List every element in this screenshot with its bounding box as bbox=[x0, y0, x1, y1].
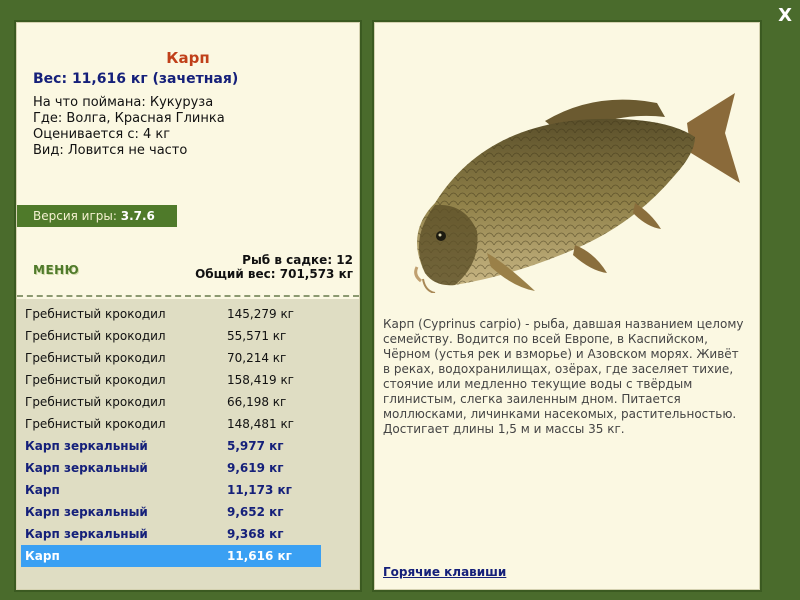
catch-list-item[interactable]: Гребнистый крокодил 55,571 кг bbox=[21, 325, 321, 347]
catch-item-weight: 11,173 кг bbox=[227, 483, 292, 497]
fish-description: Карп (Cyprinus carpio) - рыба, давшая на… bbox=[383, 317, 744, 436]
keepnet-stats: Рыб в садке: 12 Общий вес: 701,573 кг bbox=[195, 253, 353, 281]
catch-list-item[interactable]: Карп зеркальный 5,977 кг bbox=[21, 435, 321, 457]
catch-item-name: Карп зеркальный bbox=[25, 505, 148, 519]
keepnet-total-weight: Общий вес: 701,573 кг bbox=[195, 267, 353, 281]
close-button[interactable]: X bbox=[778, 4, 792, 28]
catch-list-item[interactable]: Карп 11,616 кг bbox=[21, 545, 321, 567]
catch-list-item[interactable]: Карп зеркальный 9,368 кг bbox=[21, 523, 321, 545]
fish-rarity: Вид: Ловится не часто bbox=[33, 143, 188, 158]
version-value: 3.7.6 bbox=[120, 209, 155, 223]
fish-weight: Вес: 11,616 кг (зачетная) bbox=[33, 71, 239, 87]
catch-item-name: Карп зеркальный bbox=[25, 439, 148, 453]
catch-list-item[interactable]: Гребнистый крокодил 70,214 кг bbox=[21, 347, 321, 369]
fish-valued-from: Оценивается с: 4 кг bbox=[33, 127, 171, 142]
catch-list-item[interactable]: Гребнистый крокодил 66,198 кг bbox=[21, 391, 321, 413]
catch-item-weight: 145,279 кг bbox=[227, 307, 294, 321]
fish-description-panel: Карп (Cyprinus carpio) - рыба, давшая на… bbox=[374, 22, 760, 590]
catch-item-name: Карп зеркальный bbox=[25, 461, 148, 475]
fish-info-panel: Карп Вес: 11,616 кг (зачетная) На что по… bbox=[16, 22, 360, 590]
fish-bait: На что поймана: Кукуруза bbox=[33, 95, 214, 110]
catch-list-item[interactable]: Гребнистый крокодил 158,419 кг bbox=[21, 369, 321, 391]
version-bar: Версия игры: 3.7.6 bbox=[17, 205, 177, 227]
catch-item-weight: 158,419 кг bbox=[227, 373, 294, 387]
catch-list-item[interactable]: Гребнистый крокодил 148,481 кг bbox=[21, 413, 321, 435]
catch-item-name: Карп bbox=[25, 549, 60, 563]
catch-item-weight: 11,616 кг bbox=[227, 549, 292, 563]
catch-item-weight: 55,571 кг bbox=[227, 329, 287, 343]
catch-item-weight: 66,198 кг bbox=[227, 395, 287, 409]
catch-item-name: Гребнистый крокодил bbox=[25, 351, 166, 365]
catch-item-name: Гребнистый крокодил bbox=[25, 395, 166, 409]
catch-list-item[interactable]: Карп зеркальный 9,619 кг bbox=[21, 457, 321, 479]
catch-item-name: Карп зеркальный bbox=[25, 527, 148, 541]
catch-item-name: Гребнистый крокодил bbox=[25, 329, 166, 343]
catch-item-weight: 9,652 кг bbox=[227, 505, 284, 519]
catch-item-weight: 5,977 кг bbox=[227, 439, 284, 453]
catch-list-item[interactable]: Карп зеркальный 9,652 кг bbox=[21, 501, 321, 523]
catch-item-weight: 9,619 кг bbox=[227, 461, 284, 475]
catch-item-name: Гребнистый крокодил bbox=[25, 373, 166, 387]
catch-item-name: Гребнистый крокодил bbox=[25, 307, 166, 321]
dashed-divider bbox=[17, 295, 359, 297]
menu-button[interactable]: МЕНЮ bbox=[33, 263, 79, 277]
catch-item-name: Карп bbox=[25, 483, 60, 497]
fish-name: Карп bbox=[166, 49, 210, 67]
fish-location: Где: Волга, Красная Глинка bbox=[33, 111, 225, 126]
hotkeys-link[interactable]: Горячие клавиши bbox=[383, 565, 506, 579]
catch-list: Гребнистый крокодил 145,279 кг Гребнистый … bbox=[17, 299, 359, 589]
keepnet-count: Рыб в садке: 12 bbox=[242, 253, 353, 267]
catch-list-item[interactable]: Гребнистый крокодил 145,279 кг bbox=[21, 303, 321, 325]
catch-item-weight: 148,481 кг bbox=[227, 417, 294, 431]
catch-item-name: Гребнистый крокодил bbox=[25, 417, 166, 431]
catch-item-weight: 70,214 кг bbox=[227, 351, 287, 365]
catch-item-weight: 9,368 кг bbox=[227, 527, 284, 541]
version-label: Версия игры: bbox=[33, 209, 117, 223]
carp-image bbox=[414, 93, 740, 293]
catch-list-item[interactable]: Карп 11,173 кг bbox=[21, 479, 321, 501]
